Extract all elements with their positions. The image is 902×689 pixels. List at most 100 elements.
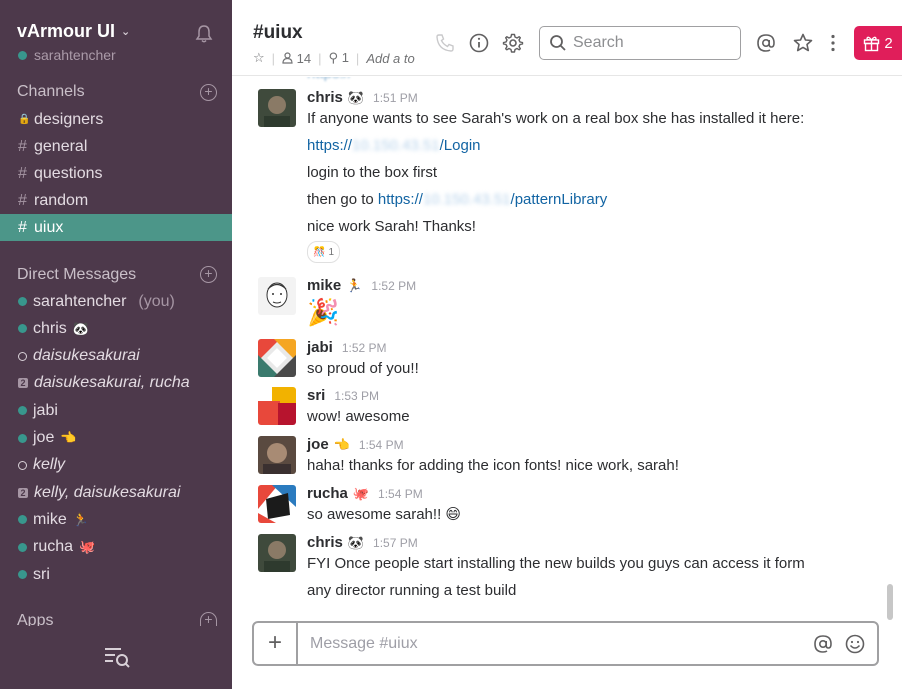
message-timestamp[interactable]: 1:52 PM <box>342 341 387 355</box>
gift-icon <box>864 36 880 51</box>
pins-count[interactable]: ⚲ 1 <box>329 50 349 66</box>
search-input[interactable]: Search <box>539 26 741 60</box>
link-prefix: https:// <box>307 137 353 154</box>
message-timestamp[interactable]: 1:51 PM <box>373 91 418 105</box>
message-list[interactable]: https:// chris 🐼 1:51 PM If anyone wants to… <box>232 77 890 613</box>
sidebar-dm-mike[interactable]: mike 🏃 <box>0 506 232 533</box>
add-topic-link[interactable]: Add a to <box>366 51 414 66</box>
dm-label: sri <box>33 565 50 583</box>
message-text-content: so proud of you!! <box>307 360 419 377</box>
mentions-icon[interactable] <box>755 32 777 54</box>
avatar[interactable] <box>258 387 296 425</box>
status-emoji-icon: 🐙 <box>79 539 96 555</box>
pin-icon: ⚲ <box>328 50 339 65</box>
direct-messages-header[interactable]: Direct Messages <box>17 266 136 284</box>
sidebar-dm-sri[interactable]: sri <box>0 561 232 588</box>
hash-icon: # <box>18 137 27 155</box>
emoji-picker-icon[interactable] <box>844 633 866 655</box>
message-text: then go to https://10.150.43.51/patternL… <box>307 190 877 210</box>
link-path: /patternLibrary <box>510 191 608 208</box>
status-emoji-icon: 🐼 <box>347 535 365 550</box>
add-dm-icon[interactable]: + <box>200 266 217 283</box>
message-timestamp[interactable]: 1:52 PM <box>371 279 416 293</box>
sidebar-channel-questions[interactable]: # questions <box>0 160 232 187</box>
channel-label: random <box>34 191 89 209</box>
sidebar-dm-chris[interactable]: chris 🐼 <box>0 315 232 342</box>
message-body: joe 👈 1:54 PM haha! thanks for adding the i… <box>307 436 877 476</box>
message-author[interactable]: joe <box>307 436 329 453</box>
gear-icon[interactable] <box>502 32 524 54</box>
message-body: mike 🏃 1:52 PM 🎉 <box>307 277 877 327</box>
hash-icon: # <box>18 164 27 182</box>
online-status-icon <box>18 570 27 579</box>
message-timestamp[interactable]: 1:54 PM <box>378 487 423 501</box>
sidebar-dm-daisukesakurai[interactable]: daisukesakurai <box>0 343 232 370</box>
message-link[interactable]: https://10.150.43.51/Login <box>307 137 481 154</box>
channel-title[interactable]: #uiux <box>253 22 303 44</box>
avatar[interactable] <box>258 277 296 315</box>
message-author[interactable]: mike <box>307 277 341 294</box>
message-body: chris 🐼 1:51 PM If anyone wants to see Sara… <box>307 89 877 263</box>
add-channel-icon[interactable]: + <box>200 84 217 101</box>
message-text: https://10.150.43.51/Login <box>307 136 877 156</box>
sidebar-channel-uiux[interactable]: # uiux <box>0 214 232 241</box>
star-icon[interactable] <box>792 32 814 54</box>
avatar[interactable] <box>258 436 296 474</box>
message-text-content: then go to <box>307 191 378 208</box>
add-app-icon[interactable]: + <box>200 612 217 626</box>
star-outline-icon[interactable]: ☆ <box>253 50 265 66</box>
dm-label: daisukesakurai <box>33 347 140 365</box>
message-text-content: so awesome sarah!! 😄 <box>307 506 462 523</box>
dm-label: jabi <box>33 401 58 419</box>
message-header: mike 🏃 1:52 PM <box>307 277 877 297</box>
sidebar-dm-kelly[interactable]: kelly <box>0 452 232 479</box>
sidebar-dm-sarahtencher[interactable]: sarahtencher (you) <box>0 288 232 315</box>
hash-icon: # <box>18 191 27 209</box>
message-author[interactable]: rucha <box>307 485 348 502</box>
channels-header[interactable]: Channels <box>17 83 85 101</box>
quick-switcher-icon[interactable] <box>103 646 131 668</box>
sidebar-channel-designers[interactable]: 🔒 designers <box>0 106 232 133</box>
sidebar-dm-daisukesakurai-rucha[interactable]: 2 daisukesakurai, rucha <box>0 370 232 397</box>
message-author[interactable]: chris <box>307 89 343 106</box>
message-author[interactable]: sri <box>307 387 325 404</box>
message-input[interactable] <box>310 633 790 655</box>
message-text-content: any director running a test build <box>307 582 517 599</box>
message-author[interactable]: jabi <box>307 339 333 356</box>
sidebar-dm-rucha[interactable]: rucha 🐙 <box>0 534 232 561</box>
attach-button[interactable]: + <box>254 623 298 664</box>
message-link[interactable]: https://10.150.43.51/patternLibrary <box>378 191 607 208</box>
message-author[interactable]: chris <box>307 534 343 551</box>
current-user[interactable]: sarahtencher <box>18 47 116 63</box>
bell-icon[interactable] <box>194 24 214 44</box>
message-timestamp[interactable]: 1:53 PM <box>334 389 379 403</box>
message-scrollbar[interactable] <box>887 584 893 620</box>
avatar[interactable] <box>258 339 296 377</box>
avatar[interactable] <box>258 89 296 127</box>
reaction-count: 1 <box>328 246 335 258</box>
status-emoji-icon: 👈 <box>60 430 77 445</box>
sidebar-channel-general[interactable]: # general <box>0 133 232 160</box>
sidebar-dm-kelly-daisukesakurai[interactable]: 2 kelly, daisukesakurai <box>0 479 232 506</box>
avatar[interactable] <box>258 534 296 572</box>
online-status-icon <box>18 50 27 60</box>
more-options-icon[interactable] <box>822 32 844 54</box>
sidebar-dm-joe[interactable]: joe 👈 <box>0 425 232 452</box>
sidebar-channel-random[interactable]: # random <box>0 187 232 214</box>
reaction-badge[interactable]: 🎊 1 <box>307 241 341 263</box>
message-timestamp[interactable]: 1:54 PM <box>359 438 404 452</box>
lock-icon: 🔒 <box>18 114 31 125</box>
avatar[interactable] <box>258 485 296 523</box>
team-name[interactable]: vArmour UI ⌄ <box>17 21 130 42</box>
apps-header[interactable]: Apps <box>17 612 53 626</box>
info-icon[interactable] <box>468 32 490 54</box>
message-timestamp[interactable]: 1:57 PM <box>373 536 418 550</box>
link-redacted-host: 10.150.43.51 <box>352 137 440 154</box>
members-count[interactable]: 14 <box>282 51 311 66</box>
dm-label: rucha <box>33 538 74 556</box>
message-header: rucha 🐙 1:54 PM <box>307 485 877 505</box>
sidebar-dm-jabi[interactable]: jabi <box>0 397 232 424</box>
mention-icon[interactable] <box>812 633 834 655</box>
gift-button[interactable]: 2 <box>854 26 902 60</box>
phone-icon[interactable] <box>434 32 456 54</box>
